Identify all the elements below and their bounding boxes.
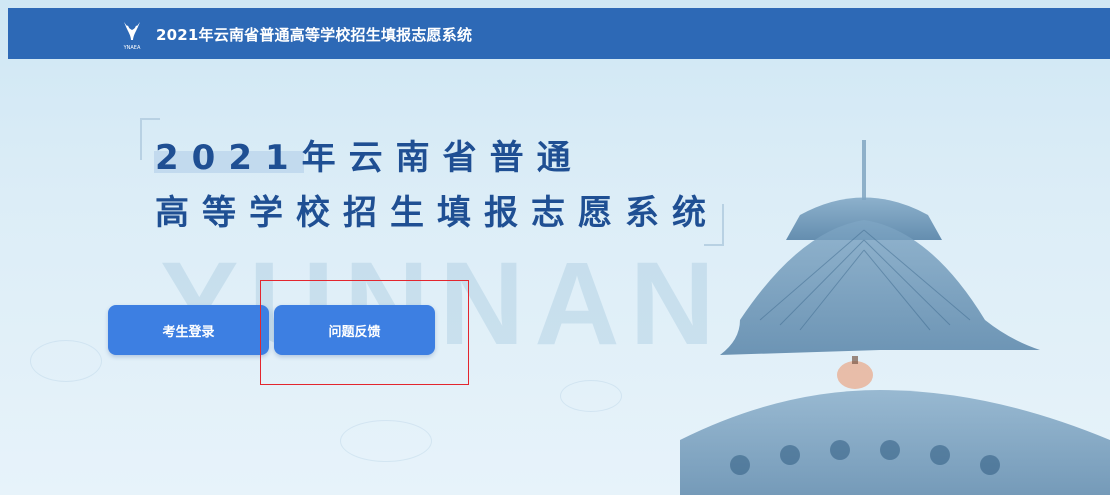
top-bar: YNAEA 2021年云南省普通高等学校招生填报志愿系统 [8,8,1110,59]
pagoda-illustration [680,140,1110,495]
logo-text: YNAEA [123,45,141,51]
water-ripple [30,340,102,382]
hero-title-line-1: 2021年云南省普通 [155,138,584,178]
annotation-highlight-box [260,280,469,385]
student-login-button[interactable]: 考生登录 [108,305,269,355]
water-ripple [340,420,432,462]
page: YUNNAN YNAEA 2021年云南省普通高等学校招生填报志愿系统 2021… [0,0,1110,495]
ynaea-logo-icon: YNAEA [123,22,141,51]
hero-title-line-2: 高等学校招生填报志愿系统 [155,193,719,233]
water-ripple [560,380,622,412]
system-title: 2021年云南省普通高等学校招生填报志愿系统 [156,26,473,44]
